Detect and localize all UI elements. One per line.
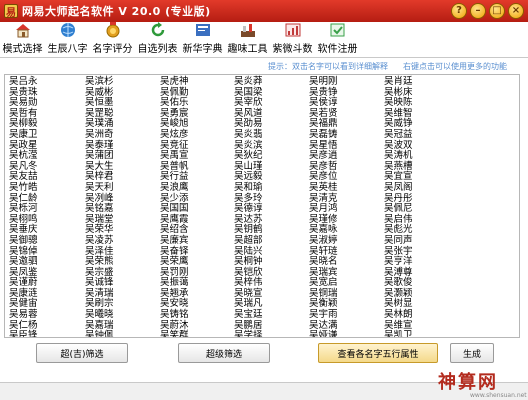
globe-icon xyxy=(59,22,77,38)
hint-right-click: 右键点击可以使用更多的功能 xyxy=(403,62,507,71)
name-item[interactable]: 吴娅谦 xyxy=(309,331,377,337)
toolbar-ziwei[interactable]: 紫微斗数 xyxy=(270,21,315,57)
name-item[interactable]: 吴洲奇 xyxy=(85,129,153,141)
names-list[interactable]: 吴吕永 吴贵珠 吴易勋 吴哲有 吴柳毅 吴康卫 吴政星 吴杭滢 吴凡冬 吴友喆 吴竹皓 吴仁龄 吴栎河吴… xyxy=(4,74,520,338)
name-item[interactable]: 吴凯卫 xyxy=(384,331,452,337)
hint-bar: 提示：双击名字可以看到详细解释 右键点击可以使用更多的功能 xyxy=(0,59,528,73)
title-bar: 易 网易大师起名软件 V 20.0 (专业版) ? – □ × xyxy=(0,0,528,22)
names-column-4: 吴炎莽 吴国梁 吴宰欣 吴风道 吴劭易 吴炎翡 吴炎滨 吴狄纪 吴山瑾 吴远毅 吴和瑜 吴多玲 吴德谆吴… xyxy=(234,76,302,337)
names-column-1: 吴吕永 吴贵珠 吴易勋 吴哲有 吴柳毅 吴康卫 吴政星 吴杭滢 吴凡冬 吴友喆 吴竹皓 吴仁龄 吴栎河吴… xyxy=(9,76,77,337)
minimize-icon[interactable]: – xyxy=(470,3,486,19)
fortune-filter-button[interactable]: 超(吉)筛选 xyxy=(36,343,128,363)
name-item[interactable]: 吴浪鹰 xyxy=(160,182,228,194)
maximize-icon[interactable]: □ xyxy=(489,3,505,19)
name-item[interactable]: 吴超部 xyxy=(234,235,302,247)
toolbar-label: 软件注册 xyxy=(317,44,358,55)
watermark-text: 神算网 xyxy=(438,372,498,393)
name-item[interactable]: 吴康卫 xyxy=(9,129,77,141)
name-item[interactable]: 吴钟佩 xyxy=(85,331,153,337)
name-item[interactable]: 吴炎翡 xyxy=(234,129,302,141)
name-item[interactable]: 吴御骢 xyxy=(9,235,77,247)
toolbar-label: 紫微斗数 xyxy=(272,44,313,55)
chart-icon xyxy=(284,22,302,38)
toolbar-label: 名字评分 xyxy=(92,44,133,55)
name-item[interactable]: 吴淑婷 xyxy=(309,235,377,247)
names-column-5: 吴明刚 吴贵铮 吴侯谆 吴若贤 吴福鼎 吴磊铸 吴星悟 吴彦逍 吴彦哲 吴彦位 吴英桂 吴清克 吴月鸿吴… xyxy=(309,76,377,337)
name-item[interactable]: 吴滨杉 xyxy=(85,76,153,88)
toolbar-label: 生辰八字 xyxy=(47,44,88,55)
name-item[interactable]: 吴臣锋 xyxy=(9,331,77,337)
name-item[interactable]: 吴竹皓 xyxy=(9,182,77,194)
name-item[interactable]: 吴天利 xyxy=(85,182,153,194)
names-column-2: 吴滨杉 吴威彬 吴恒墨 吴罡聪 吴璞涌 吴洲奇 吴泰瑾 吴蒲团 吴大生 吴梓君 吴天利 吴冽峰 吴铭嘉吴… xyxy=(85,76,153,337)
app-logo-icon: 易 xyxy=(4,4,18,19)
close-icon[interactable]: × xyxy=(508,3,524,19)
wuxing-view-button[interactable]: 查看各名字五行属性 xyxy=(318,343,438,363)
name-item[interactable]: 吴凤阁 xyxy=(384,182,452,194)
main-toolbar: 模式选择 生辰八字 名字评分 自选列表 新华字典 趣味工具 紫微斗数 软件注册 xyxy=(0,22,528,58)
toolbar-name-score[interactable]: 名字评分 xyxy=(90,21,135,57)
name-item[interactable]: 吴廉宾 xyxy=(160,235,228,247)
name-item[interactable]: 吴虎神 xyxy=(160,76,228,88)
names-column-3: 吴虎神 吴佩勤 吴佑乐 吴勇宸 吴峻旭 吴炫彦 吴竞征 吴禹宣 吴普帆 吴行益 吴浪鹰 吴少添 吴国国吴… xyxy=(160,76,228,337)
toolbar-mode-select[interactable]: 模式选择 xyxy=(0,21,45,57)
tools-icon xyxy=(239,22,257,38)
name-item[interactable]: 吴冠益 xyxy=(384,129,452,141)
toolbar-dictionary[interactable]: 新华字典 xyxy=(180,21,225,57)
toolbar-label: 趣味工具 xyxy=(227,44,268,55)
dictionary-icon xyxy=(194,22,212,38)
name-item[interactable]: 吴炎莽 xyxy=(234,76,302,88)
toolbar-label: 模式选择 xyxy=(2,44,43,55)
name-item[interactable]: 吴凌苏 xyxy=(85,235,153,247)
name-item[interactable]: 吴炫彦 xyxy=(160,129,228,141)
action-buttons: 超(吉)筛选 超级筛选 查看各名字五行属性 生成 xyxy=(0,338,528,368)
window-title: 网易大师起名软件 V 20.0 (专业版) xyxy=(22,5,211,18)
name-item[interactable]: 吴学择 xyxy=(234,331,302,337)
toolbar-fun-tools[interactable]: 趣味工具 xyxy=(225,21,270,57)
toolbar-label: 自选列表 xyxy=(137,44,178,55)
name-item[interactable]: 吴笑群 xyxy=(160,331,228,337)
super-filter-button[interactable]: 超级筛选 xyxy=(178,343,270,363)
window-controls: ? – □ × xyxy=(451,3,524,19)
name-item[interactable]: 吴磊铸 xyxy=(309,129,377,141)
name-item[interactable]: 吴和瑜 xyxy=(234,182,302,194)
toolbar-custom-list[interactable]: 自选列表 xyxy=(135,21,180,57)
toolbar-label: 新华字典 xyxy=(182,44,223,55)
toolbar-birth-chart[interactable]: 生辰八字 xyxy=(45,21,90,57)
watermark-domain: www.shensuan.net xyxy=(470,392,527,399)
house-icon xyxy=(14,22,32,38)
generate-button[interactable]: 生成 xyxy=(450,343,494,363)
name-item[interactable]: 吴肖廷 xyxy=(384,76,452,88)
names-column-6: 吴肖廷 吴彬床 吴映陈 吴维智 吴威铮 吴冠益 吴波双 吴涛机 吴燕槽 吴宜宣 吴凤阁 吴丹彤 吴佩尼吴… xyxy=(384,76,452,337)
name-item[interactable]: 吴同声 xyxy=(384,235,452,247)
hint-double-click: 提示：双击名字可以看到详细解释 xyxy=(268,62,388,71)
refresh-icon xyxy=(149,22,167,38)
name-item[interactable]: 吴明刚 xyxy=(309,76,377,88)
help-icon[interactable]: ? xyxy=(451,3,467,19)
name-item[interactable]: 吴吕永 xyxy=(9,76,77,88)
name-item[interactable]: 吴英桂 xyxy=(309,182,377,194)
register-icon xyxy=(329,22,347,38)
toolbar-register[interactable]: 软件注册 xyxy=(315,21,360,57)
medal-icon xyxy=(104,22,122,38)
